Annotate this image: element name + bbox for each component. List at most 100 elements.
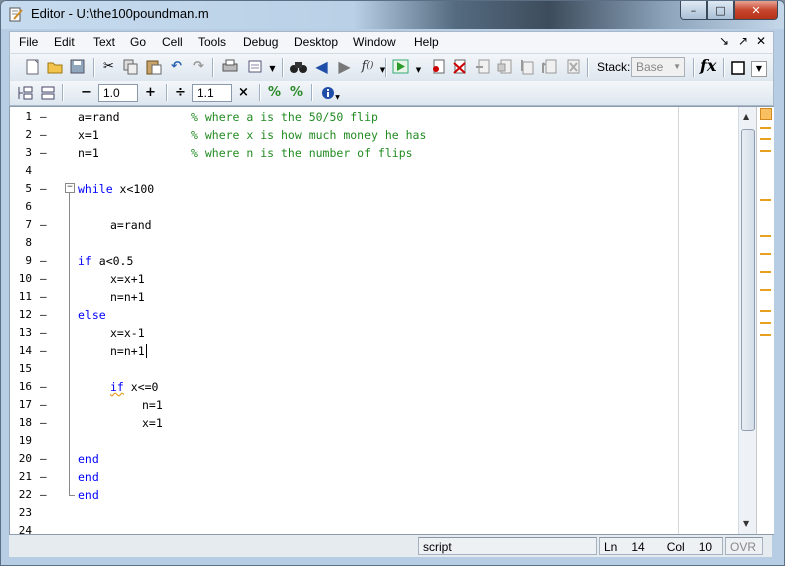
warning-marker[interactable] [760, 253, 771, 255]
menu-debug[interactable]: Debug [243, 35, 278, 49]
decrement-value-field[interactable]: 1.0 [98, 84, 138, 102]
clear-breakpoints-icon[interactable] [451, 58, 468, 75]
publish-dropdown-icon[interactable]: ▼ [264, 60, 281, 77]
save-icon[interactable] [69, 58, 86, 75]
find-binoculars-icon[interactable] [290, 58, 307, 75]
breakpoint-marker[interactable]: – [40, 398, 47, 411]
warning-marker[interactable] [760, 235, 771, 237]
help-dropdown-icon[interactable]: ▼ [329, 89, 346, 106]
vertical-scrollbar[interactable]: ▲ ▼ [738, 107, 756, 534]
breakpoint-marker[interactable]: – [40, 380, 47, 393]
layout-icon[interactable] [729, 59, 746, 76]
decrement-button[interactable]: − [78, 84, 95, 101]
warning-marker[interactable] [760, 150, 771, 152]
code-line: end [78, 488, 99, 502]
new-file-icon[interactable] [24, 58, 41, 75]
close-doc-icon[interactable]: ✕ [756, 34, 766, 48]
fold-toggle-icon[interactable]: − [65, 183, 75, 193]
go-forward-icon[interactable]: ▶ [336, 58, 353, 75]
step-out-icon[interactable] [518, 58, 535, 75]
print-icon[interactable] [221, 58, 238, 75]
insert-cell-icon[interactable] [16, 84, 33, 101]
open-folder-icon[interactable] [47, 58, 64, 75]
breakpoint-marker[interactable]: – [40, 218, 47, 231]
go-back-icon[interactable]: ◀ [313, 58, 330, 75]
warning-marker[interactable] [760, 310, 771, 312]
breakpoint-marker[interactable]: – [40, 344, 47, 357]
step-in-icon[interactable] [496, 58, 513, 75]
menu-window[interactable]: Window [353, 35, 396, 49]
mlint-message-bar[interactable] [756, 107, 774, 534]
function-fx-button[interactable]: fx [700, 56, 716, 75]
menu-cell[interactable]: Cell [162, 35, 183, 49]
undock-icon[interactable]: ↘ [719, 34, 729, 48]
multiply-value-field[interactable]: 1.1 [192, 84, 232, 102]
set-breakpoint-icon[interactable] [430, 58, 447, 75]
paste-icon[interactable] [145, 58, 162, 75]
code-line: n=n+1 [110, 290, 145, 304]
warning-marker[interactable] [760, 138, 771, 140]
copy-icon[interactable] [122, 58, 139, 75]
breakpoint-marker[interactable]: – [40, 488, 47, 501]
breakpoint-marker[interactable]: – [40, 452, 47, 465]
run-icon[interactable] [392, 58, 409, 75]
code-editor[interactable]: 1– 2– 3– 4 5– 6 7– 8 9– 10– 11– 12– 13– … [9, 106, 774, 537]
increment-button[interactable]: + [142, 84, 159, 101]
warning-marker[interactable] [760, 322, 771, 324]
scrollbar-thumb[interactable] [741, 129, 755, 431]
step-icon[interactable] [474, 58, 491, 75]
menu-desktop[interactable]: Desktop [294, 35, 338, 49]
close-button[interactable]: ✕ [734, 1, 778, 20]
warning-indicator-icon[interactable] [760, 108, 772, 120]
breakpoint-marker[interactable]: – [40, 128, 47, 141]
warning-marker[interactable] [760, 334, 771, 336]
warning-marker[interactable] [760, 271, 771, 273]
continue-icon[interactable] [541, 58, 558, 75]
stack-select[interactable]: Base ▼ [631, 57, 685, 77]
menu-help[interactable]: Help [414, 35, 439, 49]
line-number: 18 [18, 416, 32, 429]
breakpoint-marker[interactable]: – [40, 470, 47, 483]
warning-marker[interactable] [760, 199, 771, 201]
breakpoint-marker[interactable]: – [40, 110, 47, 123]
maximize-button[interactable]: □ [707, 1, 734, 20]
breakpoint-marker[interactable]: – [40, 272, 47, 285]
menu-go[interactable]: Go [130, 35, 146, 49]
minimize-button[interactable]: – [680, 1, 707, 20]
line-number: 5 [25, 182, 32, 195]
breakpoint-marker[interactable]: – [40, 182, 47, 195]
layout-dropdown-icon[interactable]: ▼ [751, 61, 767, 77]
exit-debug-icon[interactable] [564, 58, 581, 75]
redo-icon[interactable]: ↷ [190, 58, 207, 75]
scroll-up-icon[interactable]: ▲ [743, 112, 749, 121]
dock-icon[interactable]: ↗ [738, 34, 748, 48]
code-line: x=x-1 [110, 326, 145, 340]
line-number: 8 [25, 236, 32, 249]
divide-button[interactable]: ÷ [172, 84, 189, 101]
warning-marker[interactable] [760, 289, 771, 291]
function-dropdown-icon[interactable]: ▼ [374, 62, 391, 79]
cut-icon[interactable]: ✂ [100, 58, 117, 75]
menu-tools[interactable]: Tools [198, 35, 226, 49]
scroll-down-icon[interactable]: ▼ [743, 519, 749, 528]
line-number: 13 [18, 326, 32, 339]
breakpoint-marker[interactable]: – [40, 146, 47, 159]
cell-navigation-icon[interactable] [39, 84, 56, 101]
warning-marker[interactable] [760, 127, 771, 129]
breakpoint-marker[interactable]: – [40, 308, 47, 321]
breakpoint-marker[interactable]: – [40, 416, 47, 429]
breakpoint-marker[interactable]: – [40, 326, 47, 339]
breakpoint-marker[interactable]: – [40, 290, 47, 303]
title-bar[interactable]: Editor - U:\the100poundman.m – □ ✕ [1, 1, 784, 29]
undo-icon[interactable]: ↶ [168, 58, 185, 75]
line-number: 16 [18, 380, 32, 393]
comment-icon[interactable]: % [266, 84, 283, 101]
publish-icon[interactable] [246, 58, 263, 75]
multiply-button[interactable]: × [235, 84, 252, 101]
breakpoint-marker[interactable]: – [40, 254, 47, 267]
menu-text[interactable]: Text [93, 35, 115, 49]
menu-file[interactable]: File [19, 35, 38, 49]
uncomment-icon[interactable]: % [288, 84, 305, 101]
run-dropdown-icon[interactable]: ▼ [410, 62, 427, 79]
menu-edit[interactable]: Edit [54, 35, 75, 49]
